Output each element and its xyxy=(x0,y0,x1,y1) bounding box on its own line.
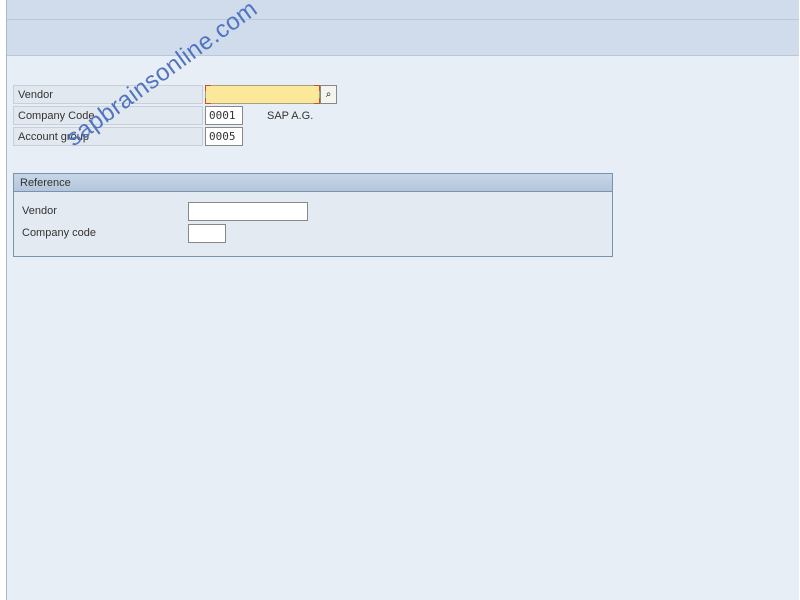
reference-title: Reference xyxy=(14,174,612,192)
reference-groupbox: Reference Vendor Company code xyxy=(13,173,613,257)
company-code-description: SAP A.G. xyxy=(267,110,313,122)
reference-company-code-input[interactable] xyxy=(188,224,226,243)
title-bar xyxy=(7,0,799,20)
vendor-label: Vendor xyxy=(13,85,203,104)
reference-vendor-input[interactable] xyxy=(188,202,308,221)
company-code-input[interactable]: 0001 xyxy=(205,106,243,125)
account-group-input[interactable]: 0005 xyxy=(205,127,243,146)
reference-company-code-label: Company code xyxy=(20,225,188,241)
toolbar-band xyxy=(7,20,799,56)
content-area: sapbrainsonline.com Vendor ⌕ Company Cod… xyxy=(7,56,799,600)
reference-company-code-row: Company code xyxy=(20,222,606,244)
vendor-input[interactable] xyxy=(205,85,320,104)
company-code-row: Company Code 0001 SAP A.G. xyxy=(13,105,793,126)
reference-vendor-row: Vendor xyxy=(20,200,606,222)
magnifier-icon: ⌕ xyxy=(326,89,332,100)
vendor-row: Vendor ⌕ xyxy=(13,84,793,105)
search-help-icon[interactable]: ⌕ xyxy=(320,85,337,104)
account-group-row: Account group 0005 xyxy=(13,126,793,147)
reference-vendor-label: Vendor xyxy=(20,203,188,219)
company-code-label: Company Code xyxy=(13,106,203,125)
account-group-label: Account group xyxy=(13,127,203,146)
